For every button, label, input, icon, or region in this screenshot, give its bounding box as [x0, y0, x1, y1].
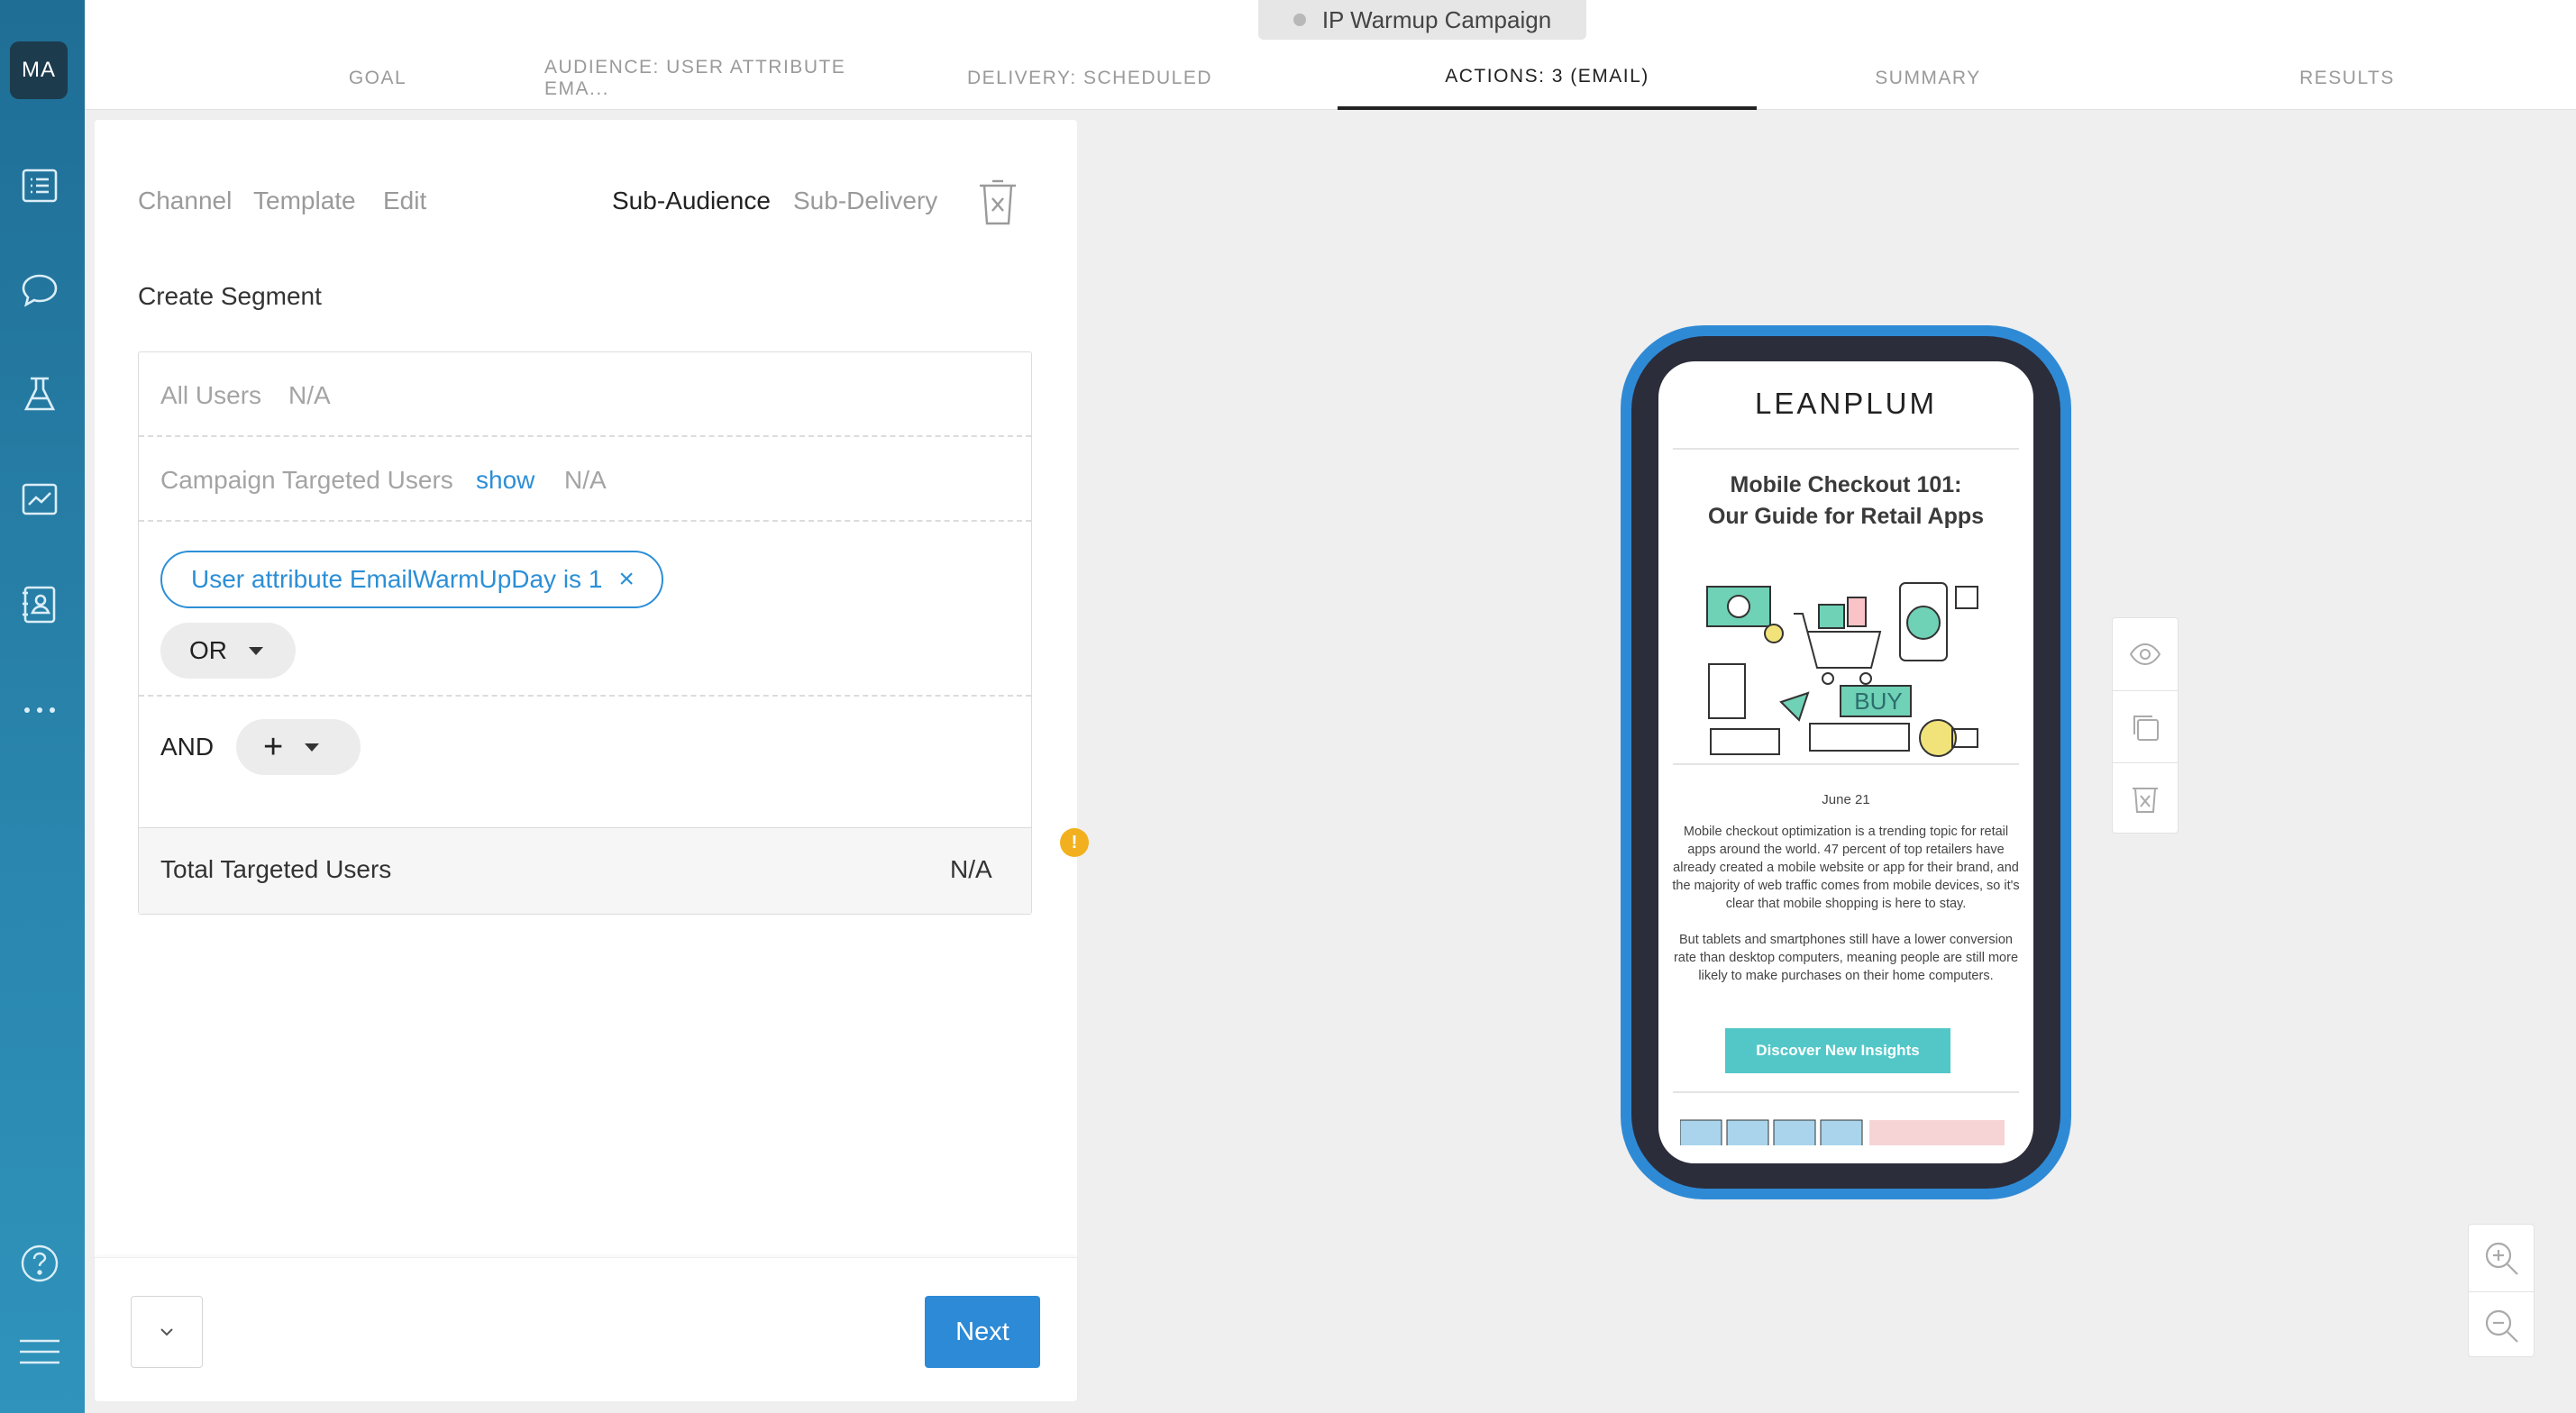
- subnav-template[interactable]: Template: [253, 187, 356, 215]
- discover-insights-button[interactable]: Discover New Insights: [1725, 1028, 1950, 1073]
- campaign-name: IP Warmup Campaign: [1321, 5, 1552, 33]
- all-users-label: All Users: [160, 381, 262, 409]
- headline-line-2: Our Guide for Retail Apps: [1707, 504, 1985, 529]
- tab-actions[interactable]: ACTIONS: 3 (EMAIL): [1338, 47, 1757, 110]
- total-targeted-label: Total Targeted Users: [160, 855, 392, 883]
- zoom-out-icon: [2485, 1309, 2518, 1343]
- user-avatar[interactable]: MA: [10, 41, 68, 99]
- tab-summary[interactable]: SUMMARY: [1761, 47, 2095, 110]
- more-dots-icon[interactable]: [16, 685, 63, 732]
- total-targeted-row: Total Targeted Users N/A: [139, 827, 1031, 914]
- contact-card-icon[interactable]: [16, 580, 63, 627]
- zoom-in-icon: [2485, 1242, 2518, 1275]
- headline-line-1: Mobile Checkout 101:: [1730, 472, 1962, 497]
- help-icon[interactable]: [16, 1240, 63, 1287]
- zoom-out-button[interactable]: [2469, 1291, 2534, 1358]
- zoom-controls: [2468, 1224, 2535, 1357]
- email-headline: Mobile Checkout 101: Our Guide for Retai…: [1658, 469, 2033, 533]
- eye-icon: [2129, 643, 2161, 666]
- retail-illustration-icon: [1706, 582, 1978, 757]
- trash-icon: [980, 179, 1016, 225]
- analytics-chart-icon[interactable]: [16, 476, 63, 523]
- subnav-sub-audience[interactable]: Sub-Audience: [612, 187, 771, 215]
- and-label: AND: [160, 733, 215, 761]
- caret-down-icon: [249, 646, 263, 655]
- plus-icon: +: [263, 728, 284, 766]
- condition-chip-label: User attribute EmailWarmUpDay is 1: [191, 565, 603, 593]
- create-segment-title: Create Segment: [138, 282, 322, 310]
- duplicate-button[interactable]: [2113, 690, 2178, 762]
- all-users-row: All Users N/A: [139, 352, 1031, 437]
- tab-goal[interactable]: GOAL: [211, 47, 544, 110]
- preview-tools: [2112, 617, 2179, 834]
- trash-icon: [2133, 787, 2158, 813]
- copy-icon: [2133, 715, 2159, 741]
- left-sidebar: MA: [0, 0, 85, 1413]
- zoom-in-button[interactable]: [2469, 1225, 2534, 1291]
- subnav-edit[interactable]: Edit: [383, 187, 426, 215]
- all-users-value: N/A: [288, 381, 331, 409]
- campaign-step-tabs: GOAL AUDIENCE: USER ATTRIBUTE EMA... DEL…: [85, 47, 2576, 110]
- chip-remove-icon[interactable]: ×: [618, 564, 635, 595]
- campaign-targeted-row: Campaign Targeted Users show N/A: [139, 437, 1031, 522]
- add-condition-button[interactable]: +: [236, 719, 361, 775]
- delete-preview-button[interactable]: [2113, 762, 2178, 834]
- campaign-name-pill[interactable]: IP Warmup Campaign: [1258, 0, 1586, 40]
- email-date: June 21: [1822, 792, 1870, 807]
- chat-bubble-icon[interactable]: [16, 267, 63, 314]
- brand-logo: LEANPLUM: [1755, 387, 1937, 420]
- segment-builder: All Users N/A Campaign Targeted Users sh…: [138, 351, 1032, 915]
- show-targeted-link[interactable]: show: [476, 466, 534, 495]
- next-button[interactable]: Next: [925, 1296, 1040, 1368]
- phone-preview-frame: LEANPLUM Mobile Checkout 101: Our Guide …: [1621, 325, 2071, 1199]
- lab-flask-icon[interactable]: [16, 371, 63, 418]
- divider: [1673, 448, 2019, 450]
- or-label: OR: [189, 636, 227, 664]
- divider: [1673, 763, 2019, 765]
- status-dot-icon: [1293, 14, 1306, 26]
- email-paragraph-2: But tablets and smartphones still have a…: [1673, 933, 2019, 983]
- divider: [1673, 1091, 2019, 1093]
- footer-illustration-icon: [1680, 1119, 2005, 1145]
- subnav-channel[interactable]: Channel: [138, 187, 232, 215]
- menu-hamburger-icon[interactable]: [16, 1328, 63, 1375]
- tab-results[interactable]: RESULTS: [2180, 47, 2514, 110]
- and-row: AND +: [139, 697, 1031, 801]
- collapse-button[interactable]: [131, 1296, 203, 1368]
- subnav-sub-delivery[interactable]: Sub-Delivery: [793, 187, 937, 215]
- campaign-targeted-value: N/A: [564, 466, 607, 494]
- warning-icon[interactable]: !: [1060, 828, 1089, 857]
- chevron-down-icon: [160, 1328, 173, 1336]
- condition-chip[interactable]: User attribute EmailWarmUpDay is 1 ×: [160, 551, 663, 608]
- campaign-list-icon[interactable]: [16, 162, 63, 209]
- delete-action-button[interactable]: [976, 178, 1019, 228]
- panel-footer: Next: [95, 1257, 1077, 1401]
- or-dropdown-button[interactable]: OR: [160, 623, 296, 679]
- campaign-targeted-label: Campaign Targeted Users: [160, 466, 453, 494]
- email-preview-screen[interactable]: LEANPLUM Mobile Checkout 101: Our Guide …: [1658, 361, 2033, 1163]
- action-editor-panel: Channel Template Edit Sub-Audience Sub-D…: [95, 120, 1089, 1401]
- total-targeted-value: N/A: [950, 855, 992, 883]
- email-paragraph-1: Mobile checkout optimization is a trendi…: [1672, 825, 2020, 911]
- tab-audience[interactable]: AUDIENCE: USER ATTRIBUTE EMA...: [544, 47, 878, 110]
- caret-down-icon: [305, 743, 320, 752]
- preview-eye-button[interactable]: [2113, 618, 2178, 690]
- condition-group: User attribute EmailWarmUpDay is 1 × OR: [139, 522, 1031, 697]
- buy-label: BUY: [1854, 688, 1903, 715]
- phone-bezel: LEANPLUM Mobile Checkout 101: Our Guide …: [1631, 336, 2060, 1189]
- tab-delivery[interactable]: DELIVERY: SCHEDULED: [923, 47, 1256, 110]
